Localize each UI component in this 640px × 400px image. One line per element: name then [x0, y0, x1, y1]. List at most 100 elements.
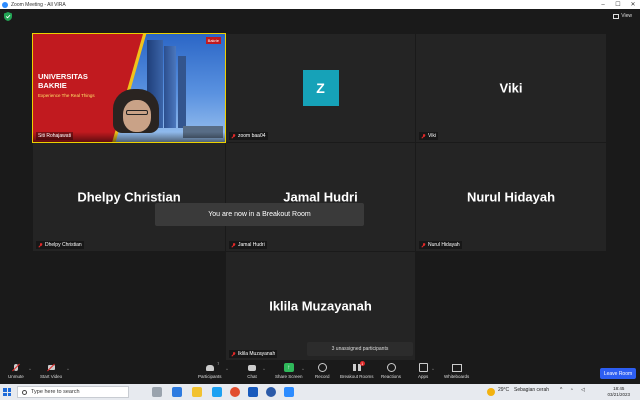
participants-label: Participants: [198, 374, 222, 379]
breakout-rooms-button[interactable]: 1 Breakout Rooms: [340, 361, 374, 379]
mic-muted-icon: [421, 242, 426, 248]
apps-button[interactable]: Apps: [418, 363, 428, 379]
participant-display-name: Nurul Hidayah: [466, 189, 556, 205]
participant-name: Nurul Hidayah: [428, 242, 460, 248]
taskbar-search-input[interactable]: Type here to search: [17, 386, 129, 398]
task-view-icon[interactable]: [152, 387, 162, 397]
record-icon: [317, 363, 327, 372]
chat-button[interactable]: Chat: [247, 363, 257, 379]
minimize-icon[interactable]: –: [596, 0, 610, 9]
participant-name-label: Siti Rohajawati: [36, 132, 74, 140]
breakout-badge: 1: [359, 361, 365, 366]
browser-icon[interactable]: [266, 387, 276, 397]
volume-icon[interactable]: ◁: [581, 387, 585, 393]
search-icon: [22, 389, 27, 395]
breakout-rooms-label: Breakout Rooms: [340, 374, 374, 379]
participant-name-label: Nurul Hidayah: [419, 241, 462, 249]
reactions-button[interactable]: Reactions: [381, 363, 401, 379]
mic-muted-icon: [231, 351, 236, 357]
participant-name-label: Dhelpy Christian: [36, 241, 84, 249]
zoom-window: Zoom Meeting - All VIRA – ☐ ✕ View UNIVE…: [0, 0, 640, 400]
start-video-button[interactable]: Start Video: [40, 363, 62, 379]
participant-tile-video[interactable]: UNIVERSITAS BAKRIE Experience The Real T…: [32, 33, 226, 143]
chat-icon: [247, 363, 257, 372]
shield-icon[interactable]: [4, 12, 12, 21]
weather-sun-icon: [487, 388, 495, 396]
share-screen-label: Share Screen: [275, 374, 303, 379]
taskbar-clock[interactable]: 18:45 03/21/2023: [607, 386, 630, 398]
participant-tile[interactable]: Nurul Hidayah Nurul Hidayah: [416, 143, 606, 251]
word-icon[interactable]: [248, 387, 258, 397]
apps-icon: [418, 363, 428, 372]
title-bar: Zoom Meeting - All VIRA – ☐ ✕: [0, 0, 640, 9]
tray-chevron-icon[interactable]: ^: [560, 387, 562, 393]
whiteboards-label: Whiteboards: [444, 374, 470, 379]
reactions-label: Reactions: [381, 374, 402, 379]
participant-name: Dhelpy Christian: [45, 242, 82, 248]
record-label: Record: [315, 374, 330, 379]
start-video-label: Start Video: [40, 374, 63, 379]
participant-tile[interactable]: Viki Viki: [416, 34, 606, 142]
participant-name: Iklila Muzayanah: [238, 351, 276, 357]
participants-button[interactable]: 7 Participants: [198, 361, 222, 380]
participant-name-label: Viki: [419, 132, 438, 140]
view-button[interactable]: View: [613, 13, 632, 19]
meeting-toolbar: Unmute ^ Start Video ^ 7 Participants ^ …: [0, 361, 640, 384]
participant-name-label: Iklila Muzayanah: [229, 350, 278, 358]
chat-label: Chat: [247, 374, 257, 379]
camera-off-icon: [46, 363, 56, 372]
university-tagline: Experience The Real Things: [38, 93, 95, 98]
windows-start-icon[interactable]: [3, 388, 11, 396]
weather-status: Sebagian cerah: [514, 387, 550, 393]
participants-caret-icon[interactable]: ^: [226, 367, 228, 372]
mic-muted-icon: [231, 242, 236, 248]
university-line1: UNIVERSITAS: [38, 72, 88, 81]
apps-caret-icon[interactable]: ^: [432, 367, 434, 372]
search-placeholder: Type here to search: [31, 389, 80, 395]
leave-room-button[interactable]: Leave Room: [600, 368, 636, 379]
participant-tile[interactable]: Z zoom baa04: [226, 34, 415, 142]
participants-count: 7: [217, 361, 220, 366]
share-screen-button[interactable]: ↑ Share Screen: [275, 363, 303, 379]
edge-icon[interactable]: [172, 387, 182, 397]
windows-taskbar: Type here to search 29°C Sebagian cerah …: [0, 384, 640, 400]
clock-date: 03/21/2023: [607, 392, 630, 397]
maximize-icon[interactable]: ☐: [611, 0, 625, 9]
window-title: Zoom Meeting - All VIRA: [11, 1, 66, 8]
audio-options-caret-icon[interactable]: ^: [29, 367, 31, 372]
participant-name: Viki: [428, 133, 436, 139]
grid-view-icon: [613, 13, 620, 19]
breakout-room-notification: You are now in a Breakout Room: [155, 203, 364, 226]
university-line2: BAKRIE: [38, 81, 67, 90]
video-options-caret-icon[interactable]: ^: [67, 367, 69, 372]
unmute-label: Unmute: [8, 374, 24, 379]
store-icon[interactable]: [212, 387, 222, 397]
chat-caret-icon[interactable]: ^: [263, 367, 265, 372]
unassigned-participants-button[interactable]: 3 unassigned participants: [307, 342, 413, 356]
participant-name: Jamal Hudri: [238, 242, 265, 248]
temperature: 29°C: [498, 387, 510, 393]
bakrie-logo: Bakrie: [205, 37, 221, 44]
whiteboards-button[interactable]: Whiteboards: [444, 363, 469, 379]
glasses-shape: [126, 110, 148, 115]
university-name: UNIVERSITAS BAKRIE: [38, 72, 88, 90]
meeting-header: View: [0, 9, 640, 26]
network-icon[interactable]: ◔: [570, 387, 573, 393]
building-shape: [178, 56, 186, 128]
chrome-icon[interactable]: [230, 387, 240, 397]
participant-display-name: Viki: [499, 80, 523, 96]
mic-muted-icon: [421, 133, 426, 139]
participant-name: Siti Rohajawati: [38, 133, 72, 139]
participant-name-label: zoom baa04: [229, 132, 268, 140]
participant-tile[interactable]: Jamal Hudri Jamal Hudri: [226, 143, 415, 251]
close-icon[interactable]: ✕: [626, 0, 640, 9]
mic-muted-icon: [11, 363, 21, 372]
file-explorer-icon[interactable]: [192, 387, 202, 397]
record-button[interactable]: Record: [315, 363, 330, 379]
breakout-rooms-icon: 1: [352, 361, 365, 372]
participant-tile[interactable]: Dhelpy Christian Dhelpy Christian: [33, 143, 225, 251]
zoom-taskbar-icon[interactable]: [284, 387, 294, 397]
apps-label: Apps: [418, 374, 429, 379]
unmute-button[interactable]: Unmute: [8, 363, 24, 379]
share-caret-icon[interactable]: ^: [302, 367, 304, 372]
